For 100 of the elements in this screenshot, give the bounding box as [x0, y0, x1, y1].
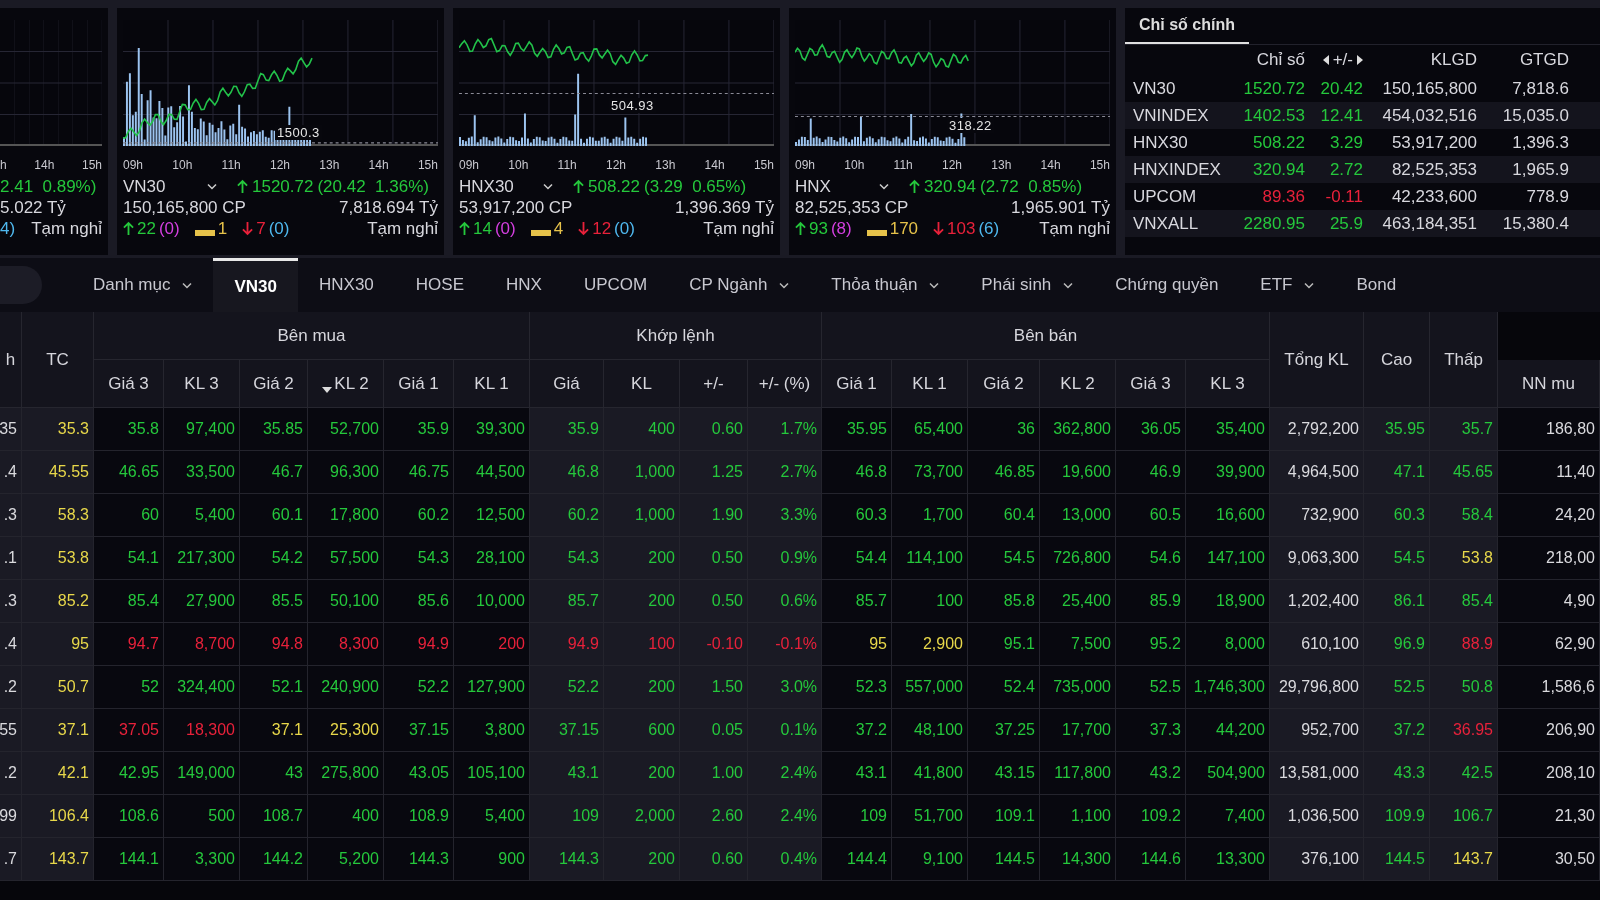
category-tab[interactable]: HOSE	[394, 258, 485, 312]
time-tick: 12h	[942, 158, 963, 174]
time-tick: 10h	[508, 158, 529, 174]
table-cell: 96,300	[308, 451, 384, 494]
ceiling-count: (8)	[830, 218, 852, 239]
column-header: +/- (%)	[748, 360, 822, 408]
table-cell: 2.60	[680, 795, 748, 838]
table-cell: 58.4	[1430, 494, 1498, 537]
caret-icon[interactable]	[779, 281, 790, 289]
table-cell: 143.7	[22, 838, 94, 881]
table-cell: 0.60	[680, 408, 748, 451]
table-cell: 1,000	[604, 451, 680, 494]
category-tab[interactable]: Bond	[1335, 258, 1418, 312]
right-triangle-icon[interactable]	[1357, 55, 1363, 65]
time-tick: 12h	[270, 158, 291, 174]
sort-icon[interactable]	[322, 386, 333, 393]
caret-icon[interactable]	[879, 183, 889, 190]
category-tab[interactable]: VN30	[213, 258, 298, 312]
category-tab[interactable]: Danh mục	[72, 258, 214, 312]
advancers-count: 14	[473, 218, 492, 239]
table-cell: 109.1	[968, 795, 1040, 838]
table-cell: 54.5	[1364, 537, 1430, 580]
caret-icon[interactable]	[929, 281, 940, 289]
index-value: 508.22	[588, 176, 640, 197]
table-cell: 95.1	[968, 623, 1040, 666]
table-cell: 52.4	[968, 666, 1040, 709]
caret-icon[interactable]	[182, 281, 193, 289]
column-header: KL 1	[454, 360, 530, 408]
table-cell: 52	[94, 666, 164, 709]
trading-value: 7,818.6	[1511, 78, 1569, 99]
table-cell: 14,300	[1040, 838, 1116, 881]
category-tab[interactable]: UPCOM	[562, 258, 669, 312]
category-tab[interactable]: HNX30	[298, 258, 395, 312]
trading-value: 778.9	[1525, 186, 1569, 207]
caret-icon[interactable]	[1063, 281, 1074, 289]
table-cell: 2.4%	[748, 752, 822, 795]
table-cell: .4	[0, 623, 22, 666]
column-header: Thấp	[1430, 312, 1498, 408]
caret-icon[interactable]	[207, 183, 217, 190]
table-cell: 8,700	[164, 623, 240, 666]
index-value: 320.94	[1252, 159, 1305, 180]
table-cell: 60.2	[384, 494, 454, 537]
table-cell: 13,581,000	[1270, 752, 1364, 795]
table-cell: 44,500	[454, 451, 530, 494]
index-value: 2280.95	[1242, 213, 1305, 234]
table-cell: 35.8	[94, 408, 164, 451]
column-header: Giá 3	[1116, 360, 1186, 408]
table-cell: 400	[604, 408, 680, 451]
table-cell: 52.1	[240, 666, 308, 709]
caret-icon[interactable]	[543, 183, 553, 190]
table-cell: 60.5	[1116, 494, 1186, 537]
table-cell: 54.2	[240, 537, 308, 580]
unchanged-icon	[530, 229, 551, 236]
table-cell: 37.15	[530, 709, 604, 752]
column-header: TC	[22, 312, 94, 408]
column-header: h	[0, 312, 22, 408]
floor-count: (6)	[978, 218, 1000, 239]
category-tab[interactable]: Phái sinh	[960, 258, 1095, 312]
table-cell: 43.1	[530, 752, 604, 795]
table-cell: 45.65	[1430, 451, 1498, 494]
table-cell: .2	[0, 666, 22, 709]
column-header: NN mu	[1498, 360, 1600, 408]
table-cell: 200	[604, 838, 680, 881]
left-triangle-icon[interactable]	[1322, 55, 1329, 65]
table-cell: 47.1	[1364, 451, 1430, 494]
table-cell: 35	[0, 408, 22, 451]
table-cell: 114,100	[892, 537, 968, 580]
trading-volume: 463,184,351	[1381, 213, 1477, 234]
index-change: (3.29 0.65%)	[644, 176, 747, 197]
column-header: KL 1	[892, 360, 968, 408]
reference-label: 504.93	[609, 98, 656, 113]
table-cell: 200	[604, 580, 680, 623]
table-cell: 109	[530, 795, 604, 838]
table-cell: 200	[604, 752, 680, 795]
table-cell: 37.2	[1364, 709, 1430, 752]
column-header: KLGD	[1430, 50, 1477, 70]
table-cell: 208,10	[1498, 752, 1600, 795]
table-cell: 37.25	[968, 709, 1040, 752]
table-cell: 19,600	[1040, 451, 1116, 494]
column-header: Giá 3	[94, 360, 164, 408]
table-cell: 106.7	[1430, 795, 1498, 838]
index-value: 89.36	[1261, 186, 1305, 207]
category-tab[interactable]: ETF	[1239, 258, 1336, 312]
table-cell: 48,100	[892, 709, 968, 752]
main-index-tab[interactable]: Chỉ số chính	[1125, 16, 1249, 44]
caret-icon[interactable]	[1304, 281, 1315, 289]
table-cell: .4	[0, 451, 22, 494]
table-cell: 12,500	[454, 494, 530, 537]
decliners-count: 103	[947, 218, 976, 239]
time-tick: 14h	[368, 158, 389, 174]
category-tab[interactable]: HNX	[485, 258, 563, 312]
time-tick: h	[0, 158, 7, 174]
table-cell: 1,586,6	[1498, 666, 1600, 709]
index-volume: 150,165,800 CP	[123, 197, 246, 218]
table-cell: 732,900	[1270, 494, 1364, 537]
trading-volume: 82,525,353	[1390, 159, 1477, 180]
category-tab[interactable]: CP Ngành	[668, 258, 811, 312]
category-tab[interactable]: Thỏa thuận	[810, 258, 961, 312]
category-tab[interactable]: Chứng quyền	[1094, 258, 1240, 312]
table-cell: 4,90	[1498, 580, 1600, 623]
